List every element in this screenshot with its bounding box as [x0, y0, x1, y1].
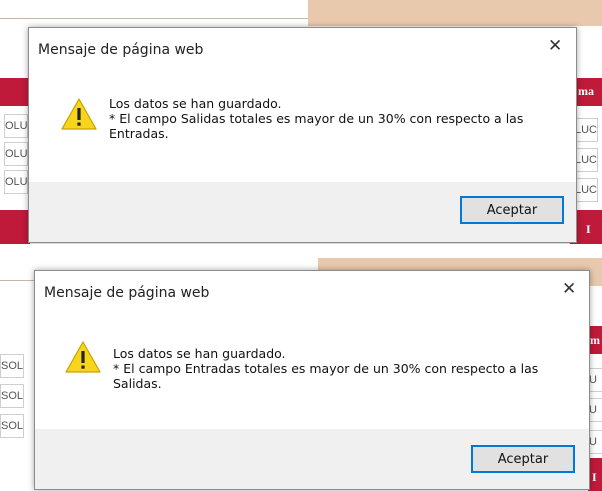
dialog-title: Mensaje de página web: [38, 42, 204, 58]
page-table-cell: LUC: [574, 148, 598, 172]
accept-button[interactable]: Aceptar: [460, 196, 564, 224]
bottom-screenshot-panel: m SOL SOL SOL U U U I Mensaje de página …: [0, 258, 602, 491]
page-table-cell: U: [588, 398, 602, 422]
dialog-footer: Aceptar: [35, 429, 589, 489]
dialog-message-line: Salidas.: [113, 376, 162, 391]
page-table-cell: SOL: [0, 384, 24, 408]
page-table-cell: OLU: [4, 114, 28, 138]
dialog-message-line: Entradas.: [109, 126, 169, 141]
page-table-header-left: [0, 78, 30, 106]
page-table-cell: SOL: [0, 354, 24, 378]
page-table-footer-right-text: I: [592, 470, 597, 484]
page-table-footer-left: [0, 210, 30, 244]
page-background-tan-strip: [308, 0, 602, 26]
dialog-message: Los datos se han guardado. * El campo En…: [113, 346, 538, 391]
dialog-message-line: Los datos se han guardado.: [113, 346, 286, 361]
message-dialog: Mensaje de página web ✕ Los datos se han…: [34, 270, 590, 490]
dialog-message-line: * El campo Entradas totales es mayor de …: [113, 361, 539, 376]
close-icon[interactable]: ✕: [562, 281, 576, 298]
page-table-cell: OLU: [4, 142, 28, 166]
dialog-message-line: Los datos se han guardado.: [109, 96, 282, 111]
page-background-rule: [0, 18, 308, 19]
page-table-cell: U: [588, 368, 602, 392]
dialog-message-line: * El campo Salidas totales es mayor de u…: [109, 111, 524, 126]
message-dialog: Mensaje de página web ✕ Los datos se han…: [28, 27, 577, 243]
accept-button[interactable]: Aceptar: [471, 445, 575, 473]
page-table-header-right-text: m: [590, 333, 600, 347]
top-screenshot-panel: ma OLU OLU OLU LUC LUC LUC I Mensaje de …: [0, 0, 602, 244]
page-table-cell: OLU: [4, 170, 28, 194]
page-table-cell: SOL: [0, 414, 24, 438]
page-table-footer-right-text: I: [586, 222, 591, 236]
page-table-cell: LUC: [574, 178, 598, 202]
close-icon[interactable]: ✕: [548, 38, 562, 55]
warning-icon: [65, 341, 101, 373]
dialog-title: Mensaje de página web: [44, 285, 210, 301]
page-table-header-right-text: ma: [578, 84, 594, 98]
page-table-cell: LUC: [574, 118, 598, 142]
page-table-cell: U: [588, 430, 602, 454]
dialog-message: Los datos se han guardado. * El campo Sa…: [109, 96, 523, 141]
dialog-footer: Aceptar: [29, 182, 576, 242]
warning-icon: [61, 98, 97, 130]
